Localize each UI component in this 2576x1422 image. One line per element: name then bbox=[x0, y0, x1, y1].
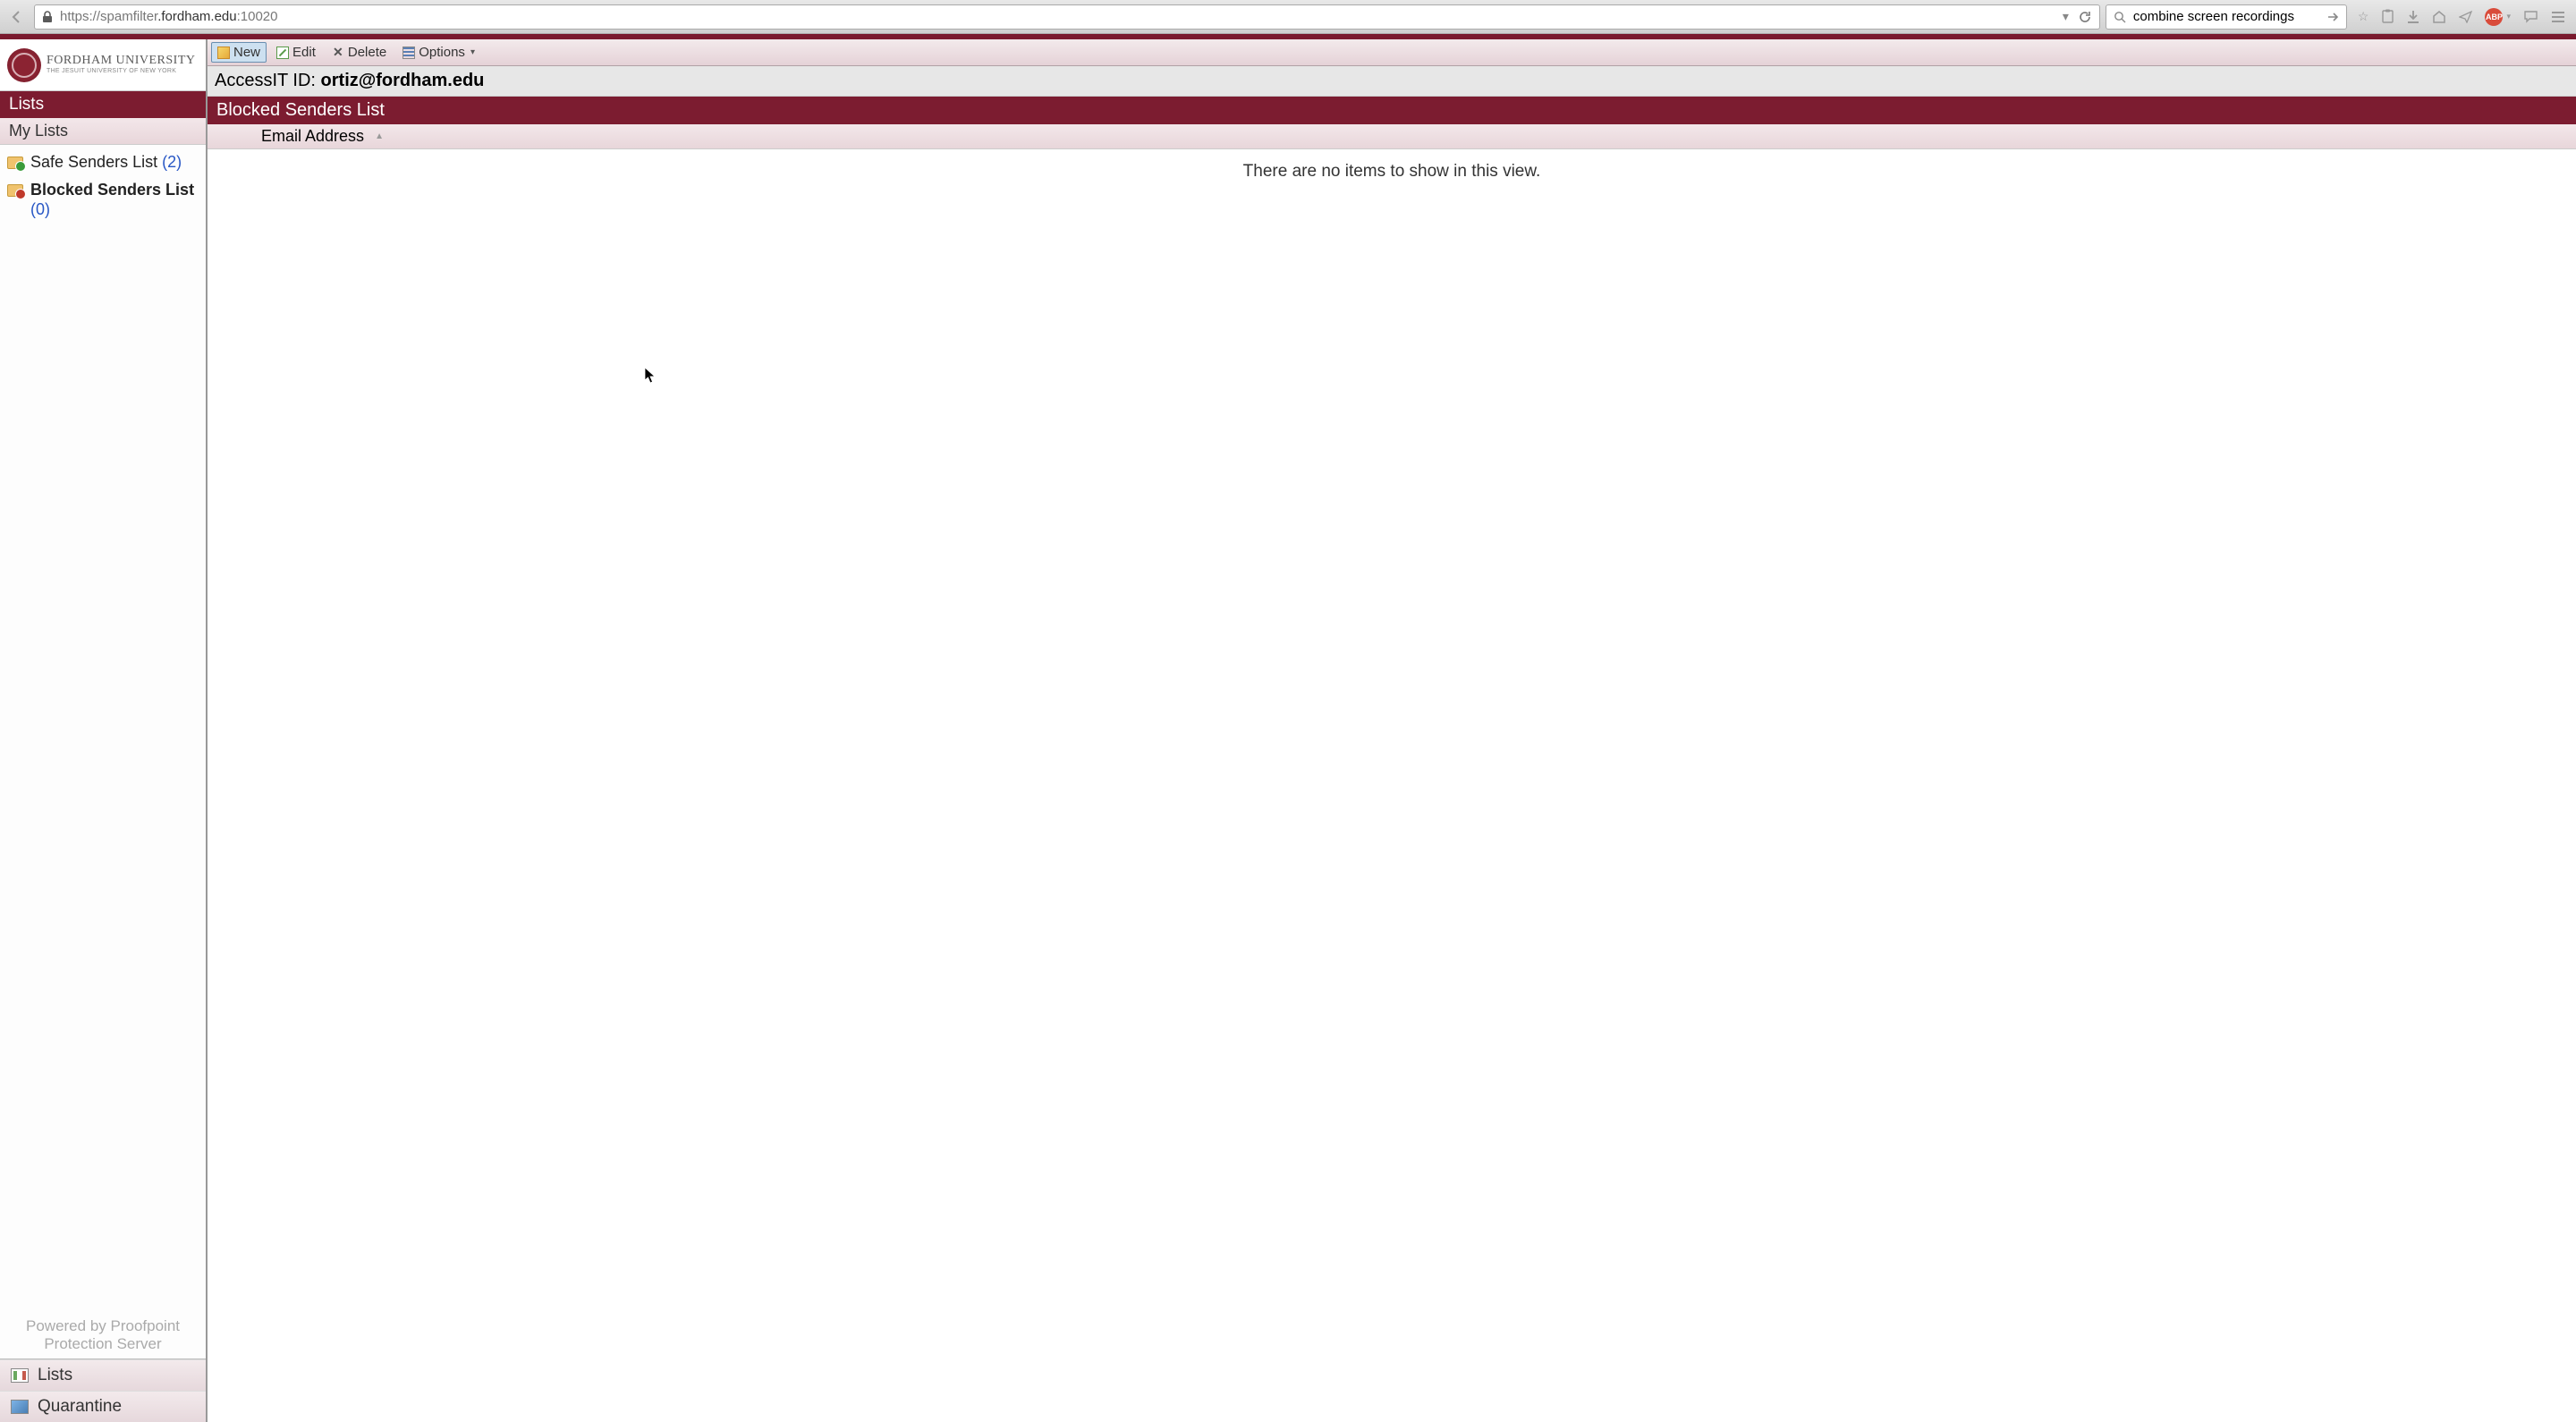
adblock-icon[interactable]: ABP bbox=[2485, 8, 2503, 26]
sidebar-item-blocked-senders[interactable]: Blocked Senders List (0) bbox=[5, 176, 200, 224]
url-text: https://spamfilter.fordham.edu:10020 bbox=[60, 9, 2055, 24]
brand-name: FORDHAM UNIVERSITY bbox=[47, 55, 196, 68]
sort-ascending-icon: ▲ bbox=[375, 131, 384, 141]
sidebar-item-count: (2) bbox=[162, 153, 182, 171]
sidebar: FORDHAM UNIVERSITY THE JESUIT UNIVERSITY… bbox=[0, 39, 208, 1422]
column-header-email[interactable]: Email Address ▲ bbox=[208, 124, 2576, 149]
brand-logo: FORDHAM UNIVERSITY THE JESUIT UNIVERSITY… bbox=[0, 39, 206, 91]
access-id-label: AccessIT ID: bbox=[215, 71, 321, 90]
empty-state-message: There are no items to show in this view. bbox=[208, 149, 2576, 194]
url-bar[interactable]: https://spamfilter.fordham.edu:10020 ▾ bbox=[34, 4, 2100, 30]
safe-list-icon bbox=[7, 157, 23, 169]
sidebar-subheader: My Lists bbox=[0, 118, 206, 145]
downloads-icon[interactable] bbox=[2407, 10, 2419, 24]
lock-icon bbox=[42, 11, 53, 23]
delete-icon: ✕ bbox=[332, 47, 344, 59]
chat-icon[interactable] bbox=[2523, 10, 2538, 23]
access-id-bar: AccessIT ID: ortiz@fordham.edu bbox=[208, 66, 2576, 97]
main-panel: New Edit ✕ Delete Options ▾ AccessIT ID:… bbox=[208, 39, 2576, 1422]
access-id-value: ortiz@fordham.edu bbox=[321, 71, 485, 90]
delete-button[interactable]: ✕ Delete bbox=[326, 42, 393, 63]
home-icon[interactable] bbox=[2432, 10, 2446, 23]
search-input[interactable] bbox=[2133, 9, 2319, 24]
nav-lists[interactable]: Lists bbox=[0, 1359, 206, 1391]
column-label: Email Address bbox=[261, 127, 364, 146]
nav-quarantine[interactable]: Quarantine bbox=[0, 1391, 206, 1422]
sidebar-item-count: (0) bbox=[30, 200, 50, 218]
content-title: Blocked Senders List bbox=[208, 97, 2576, 124]
sidebar-header: Lists bbox=[0, 91, 206, 118]
reload-icon[interactable] bbox=[2078, 10, 2092, 24]
new-icon bbox=[217, 47, 230, 59]
search-go-icon[interactable] bbox=[2326, 11, 2339, 23]
nav-label: Quarantine bbox=[38, 1397, 122, 1417]
new-button[interactable]: New bbox=[211, 42, 267, 63]
dropdown-icon[interactable]: ▾ bbox=[2063, 9, 2069, 24]
powered-by: Powered by Proofpoint Protection Server bbox=[0, 1312, 206, 1359]
toolbar: New Edit ✕ Delete Options ▾ bbox=[208, 39, 2576, 66]
back-button[interactable] bbox=[5, 5, 29, 29]
nav-label: Lists bbox=[38, 1366, 72, 1385]
brand-tagline: THE JESUIT UNIVERSITY OF NEW YORK bbox=[47, 68, 196, 74]
blocked-list-icon bbox=[7, 184, 23, 197]
sidebar-item-label: Blocked Senders List bbox=[30, 181, 194, 199]
clipboard-icon[interactable] bbox=[2381, 9, 2394, 24]
seal-icon bbox=[7, 48, 41, 82]
sidebar-item-label: Safe Senders List bbox=[30, 153, 157, 171]
options-button[interactable]: Options ▾ bbox=[396, 42, 481, 63]
menu-icon[interactable] bbox=[2551, 11, 2565, 23]
search-bar[interactable] bbox=[2106, 4, 2347, 30]
options-icon bbox=[402, 47, 415, 59]
browser-toolbar: https://spamfilter.fordham.edu:10020 ▾ ☆ bbox=[0, 0, 2576, 34]
lists-icon bbox=[11, 1368, 29, 1383]
edit-button[interactable]: Edit bbox=[270, 42, 322, 63]
abp-dropdown-icon[interactable]: ▾ bbox=[2506, 12, 2511, 21]
search-icon bbox=[2114, 11, 2126, 23]
edit-icon bbox=[276, 47, 289, 59]
bookmark-icon[interactable]: ☆ bbox=[2358, 9, 2369, 24]
chevron-down-icon: ▾ bbox=[470, 47, 475, 57]
sidebar-item-safe-senders[interactable]: Safe Senders List (2) bbox=[5, 148, 200, 176]
quarantine-icon bbox=[11, 1400, 29, 1414]
send-icon[interactable] bbox=[2459, 10, 2472, 23]
